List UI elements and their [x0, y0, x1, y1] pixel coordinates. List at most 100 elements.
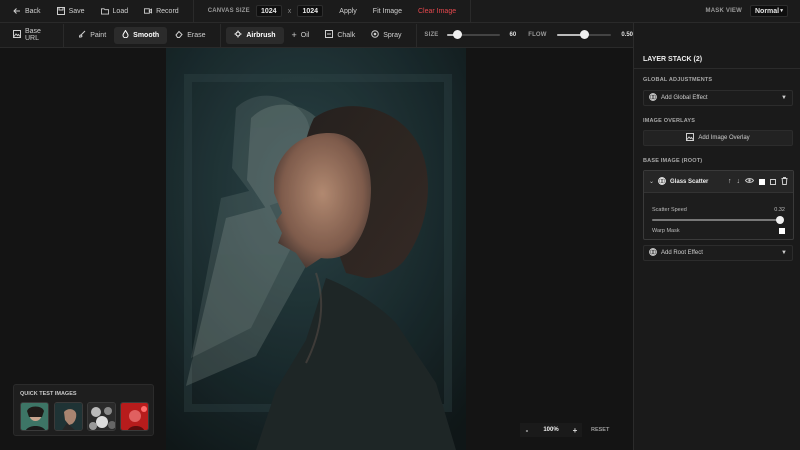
size-value: 60	[509, 32, 517, 38]
portrait-image	[166, 48, 466, 450]
spray-tool[interactable]: Spray	[363, 27, 409, 44]
layer-body: Scatter Speed 0.32 Warp Mask	[644, 193, 793, 240]
airbrush-tool[interactable]: Airbrush	[226, 26, 284, 44]
quick-test-panel: QUICK TEST IMAGES	[13, 384, 154, 436]
divider	[219, 23, 221, 47]
canvas-width-input[interactable]: 1024	[255, 5, 282, 17]
divider	[192, 0, 194, 23]
size-label: SIZE	[424, 32, 439, 38]
airbrush-icon	[234, 30, 242, 40]
record-button[interactable]: Record	[136, 0, 187, 23]
scatter-speed-slider[interactable]	[652, 216, 785, 224]
fit-image-button[interactable]: Fit Image	[365, 0, 410, 23]
arrow-down-icon[interactable]: ↓	[737, 178, 741, 185]
canvas-size-label: CANVAS SIZE	[207, 8, 250, 14]
mask-view-select[interactable]: Normal ▼	[750, 5, 788, 17]
folder-icon	[100, 7, 109, 15]
divider	[634, 68, 800, 69]
scatter-speed-fill	[652, 219, 781, 221]
oil-tool[interactable]: + Oil	[284, 27, 318, 44]
flow-slider[interactable]	[556, 30, 612, 39]
layer-actions: ↑ ↓	[728, 176, 788, 187]
divider	[63, 23, 65, 47]
warp-mask-checkbox[interactable]	[779, 228, 785, 234]
canvas-height-input[interactable]: 1024	[297, 5, 324, 17]
save-button[interactable]: Save	[49, 0, 93, 23]
trash-icon[interactable]	[781, 176, 788, 187]
erase-tool[interactable]: Erase	[167, 27, 213, 44]
load-button[interactable]: Load	[93, 0, 137, 23]
chevron-down-icon[interactable]: ⌄	[649, 178, 654, 185]
oil-label: Oil	[300, 31, 310, 39]
arrow-up-icon[interactable]: ↑	[728, 178, 732, 185]
divider	[415, 23, 417, 47]
layer-stack-title: LAYER STACK (2)	[643, 56, 703, 63]
save-label: Save	[68, 7, 85, 15]
globe-icon	[649, 93, 657, 103]
globe-icon	[658, 176, 666, 187]
size-slider-knob[interactable]	[452, 30, 462, 39]
scatter-speed-value: 0.32	[774, 207, 785, 213]
image-canvas[interactable]	[166, 48, 466, 450]
add-global-effect-label: Add Global Effect	[661, 95, 708, 101]
flow-slider-knob[interactable]	[579, 30, 589, 39]
smooth-tool[interactable]: Smooth	[114, 26, 168, 44]
size-slider[interactable]	[446, 30, 500, 39]
portrait-thumb-icon	[55, 403, 82, 430]
zoom-in-button[interactable]: +	[568, 423, 582, 437]
add-image-overlay-label: Add Image Overlay	[698, 135, 750, 141]
clear-image-button[interactable]: Clear Image	[410, 0, 464, 23]
test-image-thumb[interactable]	[20, 402, 49, 431]
fit-image-label: Fit Image	[372, 7, 402, 15]
base-url-button[interactable]: Base URL	[5, 27, 57, 44]
clear-image-label: Clear Image	[417, 7, 457, 15]
warp-mask-label: Warp Mask	[652, 228, 680, 234]
chevron-down-icon: ▼	[781, 95, 787, 101]
mask-view-value: Normal	[755, 7, 780, 15]
flow-label: FLOW	[528, 32, 547, 38]
solo-toggle-icon[interactable]	[759, 178, 765, 185]
chevron-down-icon: ▼	[779, 8, 785, 14]
chalk-tool[interactable]: Chalk	[317, 27, 363, 44]
eye-icon[interactable]	[744, 177, 755, 186]
add-root-effect-select[interactable]: Add Root Effect ▼	[643, 245, 793, 261]
scatter-speed-label: Scatter Speed	[652, 207, 687, 213]
add-root-effect-label: Add Root Effect	[661, 250, 703, 256]
mask-toggle-icon[interactable]	[770, 178, 776, 185]
paint-tool[interactable]: Paint	[70, 27, 114, 44]
layer-header[interactable]: ⌄ Glass Scatter ↑ ↓	[644, 171, 793, 193]
layer-panel: LAYER STACK (2) GLOBAL ADJUSTMENTS Add G…	[633, 23, 800, 450]
test-image-thumb[interactable]	[120, 402, 149, 431]
red-portrait-thumb-icon	[121, 403, 148, 430]
base-image-heading: BASE IMAGE (ROOT)	[643, 158, 703, 164]
droplet-icon	[122, 29, 129, 40]
brush-icon	[78, 30, 86, 40]
canvas-area[interactable]: QUICK TEST IMAGES - 100% + RESET	[0, 48, 633, 450]
top-bar: Back Save Load Record CANVAS SIZE 1024 x…	[0, 0, 800, 23]
back-button[interactable]: Back	[0, 0, 49, 23]
airbrush-label: Airbrush	[246, 31, 276, 39]
mask-view-label: MASK VIEW	[705, 8, 742, 14]
zoom-reset-button[interactable]: RESET	[591, 427, 609, 433]
layer-card: ⌄ Glass Scatter ↑ ↓ Scatter Speed 0.32 W…	[643, 170, 794, 240]
apply-label: Apply	[339, 7, 357, 15]
chevron-down-icon: ▼	[781, 250, 787, 256]
globe-icon	[649, 248, 657, 258]
test-image-thumb[interactable]	[87, 402, 116, 431]
apply-button[interactable]: Apply	[331, 0, 365, 23]
zoom-control: - 100% + RESET	[520, 423, 620, 437]
eraser-icon	[175, 30, 183, 40]
chalk-label: Chalk	[337, 31, 356, 39]
mask-view-group: MASK VIEW Normal ▼	[698, 0, 800, 23]
scatter-speed-knob[interactable]	[776, 216, 785, 224]
paint-label: Paint	[90, 31, 107, 39]
layer-name: Glass Scatter	[670, 178, 709, 185]
add-global-effect-select[interactable]: Add Global Effect ▼	[643, 90, 793, 106]
add-image-overlay-button[interactable]: Add Image Overlay	[643, 130, 793, 146]
test-image-thumb[interactable]	[54, 402, 83, 431]
divider	[470, 0, 472, 23]
plus-icon: +	[291, 30, 297, 40]
zoom-out-button[interactable]: -	[520, 423, 534, 437]
zoom-level: 100%	[534, 423, 568, 437]
load-label: Load	[112, 7, 129, 15]
